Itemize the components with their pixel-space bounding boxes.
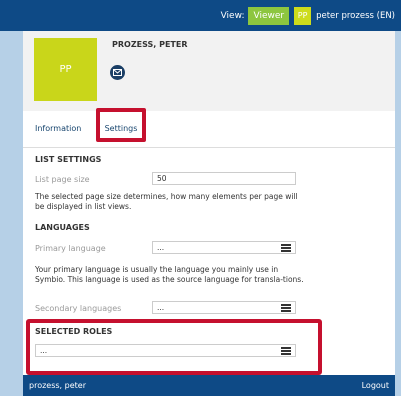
user-initials-badge[interactable]: PP (294, 6, 312, 25)
secondary-languages-value: ... (157, 303, 165, 312)
primary-language-label: Primary language (35, 244, 106, 253)
logout-link[interactable]: Logout (356, 381, 395, 390)
profile-panel: PP PROZESS, PETER Information Settings L… (23, 31, 395, 375)
tab-information[interactable]: Information (35, 111, 81, 147)
primary-language-select[interactable]: ... (152, 241, 296, 254)
list-page-size-description: The selected page size determines, how m… (35, 192, 298, 211)
top-bar: View: Viewer PP peter prozess (EN) (0, 0, 401, 31)
languages-title: LANGUAGES (35, 223, 90, 232)
tab-settings[interactable]: Settings (96, 108, 146, 142)
menu-icon[interactable] (281, 244, 291, 252)
list-page-size-label: List page size (35, 175, 90, 184)
view-label: View: (220, 10, 245, 21)
footer-bar: prozess, peter Logout (23, 375, 395, 396)
primary-language-description: Your primary language is usually the lan… (35, 265, 304, 284)
profile-name: PROZESS, PETER (112, 40, 188, 49)
selected-roles-title: SELECTED ROLES (35, 327, 113, 336)
footer-user: prozess, peter (29, 381, 86, 390)
profile-header: PP PROZESS, PETER (23, 31, 395, 111)
secondary-languages-label: Secondary languages (35, 304, 122, 313)
selected-roles-select[interactable]: ... (35, 344, 296, 357)
user-menu[interactable]: peter prozess (EN) (316, 11, 395, 21)
viewer-button[interactable]: Viewer (248, 6, 290, 25)
avatar: PP (34, 38, 97, 101)
menu-icon[interactable] (281, 347, 291, 355)
list-settings-title: LIST SETTINGS (35, 155, 102, 164)
selected-roles-value: ... (40, 346, 48, 355)
primary-language-value: ... (157, 243, 165, 252)
list-page-size-input[interactable]: 50 (152, 172, 296, 185)
tab-bar: Information Settings (23, 108, 395, 148)
menu-icon[interactable] (281, 304, 291, 312)
mail-icon[interactable] (110, 65, 125, 80)
secondary-languages-select[interactable]: ... (152, 301, 296, 314)
